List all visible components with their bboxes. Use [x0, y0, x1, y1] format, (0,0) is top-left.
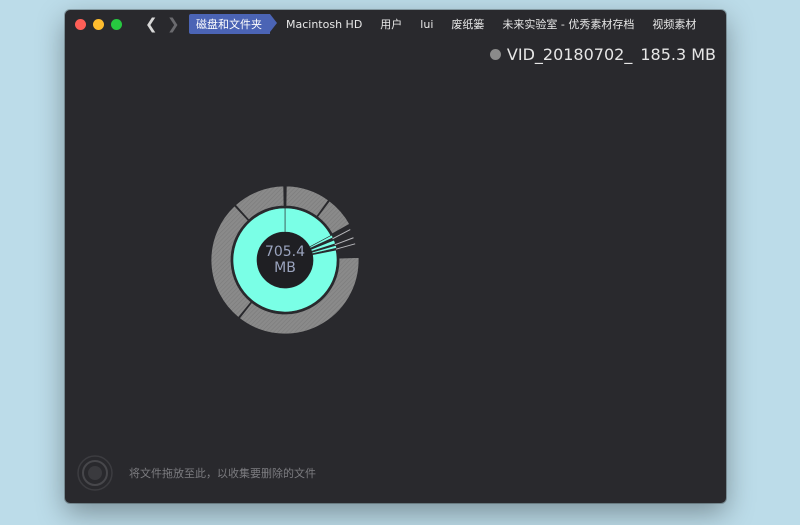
app-window: ❮ ❯ 磁盘和文件夹 Macintosh HD 用户 lui 废纸篓 未来实验室… [65, 10, 726, 503]
drop-target-icon [77, 455, 113, 491]
sunburst-chart[interactable] [65, 10, 726, 503]
drop-zone-hint: 将文件拖放至此，以收集要删除的文件 [129, 467, 316, 480]
chart-center-label: 705.4 MB [255, 244, 315, 276]
file-spike-1[interactable] [334, 237, 354, 246]
file-spike-2[interactable] [335, 243, 356, 250]
drop-zone[interactable]: 将文件拖放至此，以收集要删除的文件 [77, 455, 316, 491]
chart-center-unit: MB [274, 260, 296, 276]
chart-center-value: 705.4 [264, 244, 306, 260]
